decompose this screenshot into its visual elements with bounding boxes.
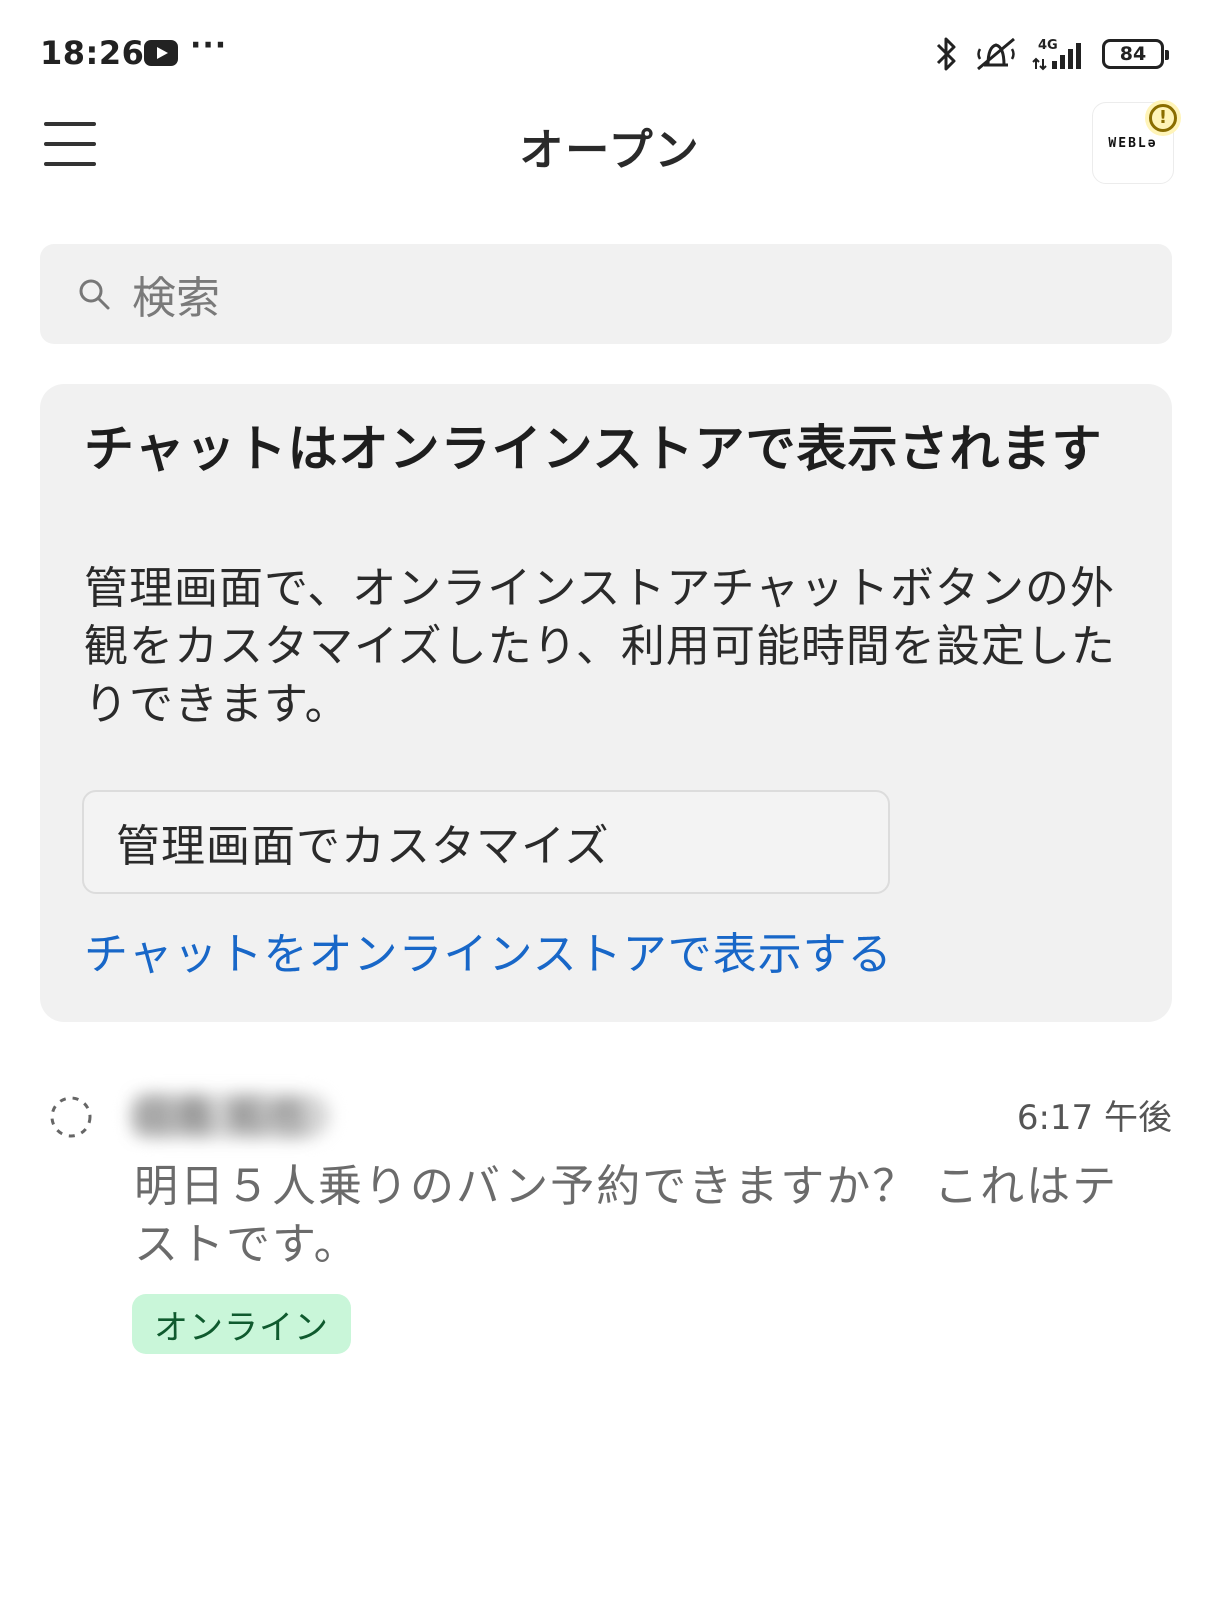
signal-4g-icon: 4G [1032, 38, 1081, 71]
message-preview: 明日５人乗りのバン予約できますか？ これはテストです。 [134, 1161, 1119, 1270]
status-icons: 4G 84 [934, 34, 1169, 74]
more-notifications-icon: ··· [190, 28, 228, 63]
customer-name: 田島 拓也 [134, 1094, 307, 1140]
network-type-label: 4G [1038, 38, 1058, 53]
online-store-chat-banner: チャットはオンラインストアで表示されます 管理画面で、オンラインストアチャットボ… [40, 384, 1172, 1022]
youtube-icon [144, 40, 178, 66]
app-header: オープン WEBLə [0, 100, 1220, 200]
customize-in-admin-button[interactable]: 管理画面でカスタマイズ [82, 790, 890, 894]
banner-title: チャットはオンラインストアで表示されます [84, 420, 1103, 478]
page-title: オープン [519, 125, 701, 176]
battery-indicator: 84 [1102, 39, 1169, 69]
conversation-time: 6:17 午後 [1016, 1098, 1172, 1138]
show-chat-in-store-link[interactable]: チャットをオンラインストアで表示する [84, 918, 893, 982]
online-status-badge: オンライン [132, 1294, 351, 1354]
status-bar: 18:26 ··· 4G 84 [0, 0, 1220, 110]
store-logo-text: WEBLə [1108, 135, 1158, 151]
status-time: 18:26 [40, 34, 145, 72]
alert-badge: ! [1145, 100, 1181, 136]
vibrate-off-icon [977, 37, 1015, 71]
search-icon [74, 274, 114, 314]
inbox-screen: 18:26 ··· 4G 84 オープン WEBLə ! 検索 チャットはオンラ… [0, 0, 1220, 1614]
search-input[interactable]: 検索 [132, 262, 220, 326]
bluetooth-icon [936, 37, 956, 71]
alert-icon: ! [1149, 104, 1177, 132]
search-bar[interactable]: 検索 [40, 244, 1172, 344]
conversation-list-item[interactable]: 田島 拓也 6:17 午後 明日５人乗りのバン予約できますか？ これはテストです… [0, 1070, 1220, 1370]
pending-status-icon [50, 1096, 92, 1138]
banner-body: 管理画面で、オンラインストアチャットボタンの外観をカスタマイズしたり、利用可能時… [84, 563, 1116, 730]
